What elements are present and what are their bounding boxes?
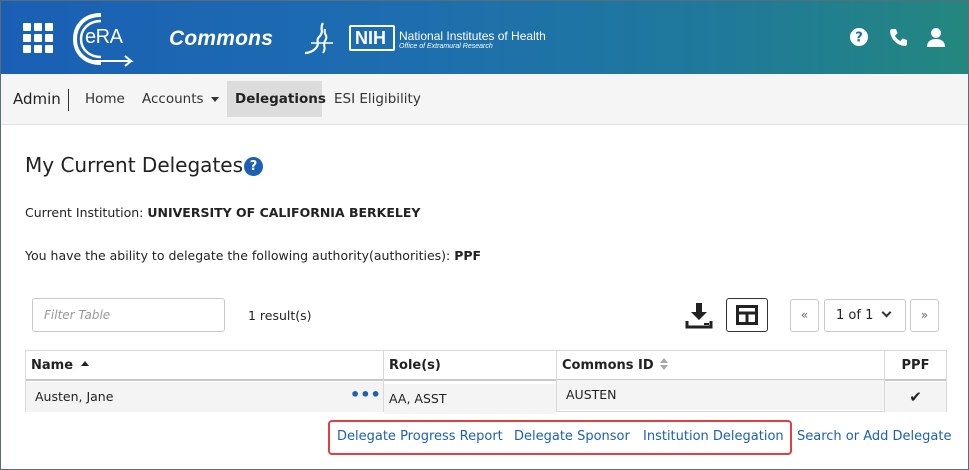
nav-accounts-label: Accounts (142, 91, 204, 107)
apps-grid-icon[interactable] (23, 23, 55, 55)
cell-name: Austen, Jane (26, 382, 383, 412)
column-header-name-label: Name (31, 358, 74, 373)
cell-roles: AA, ASST (384, 384, 556, 414)
sort-icon (659, 358, 668, 370)
last-page-button[interactable]: » (910, 299, 939, 332)
nih-name: National Institutes of Health (399, 29, 546, 43)
institution-label: Current Institution: (25, 205, 148, 220)
delegates-table: Name Role(s) Commons ID PPF Austen, Jane… (25, 350, 947, 414)
page-select[interactable]: 1 of 1 (824, 299, 906, 332)
app-window: eRA Commons NIH National Institutes of H… (0, 0, 969, 470)
era-logo-text: eRA (85, 26, 123, 48)
nav-esi-label: ESI Eligibility (334, 91, 421, 107)
top-header: eRA Commons NIH National Institutes of H… (1, 1, 968, 74)
page-title: My Current Delegates (25, 153, 244, 177)
column-divider (383, 351, 384, 412)
delegate-sponsor-link[interactable]: Delegate Sponsor (514, 429, 630, 444)
nav-esi-eligibility[interactable]: ESI Eligibility (326, 81, 429, 117)
nav-home-label: Home (85, 91, 125, 107)
chevron-down-icon (210, 96, 219, 102)
first-page-button[interactable]: « (790, 299, 819, 332)
nav-delegations[interactable]: Delegations (227, 81, 326, 117)
column-header-commons-id[interactable]: Commons ID (557, 351, 884, 381)
result-count: 1 result(s) (248, 308, 312, 323)
help-icon[interactable]: ? (244, 157, 263, 176)
chevron-down-icon (881, 307, 892, 318)
app-title: Commons (169, 27, 274, 50)
nav-divider (68, 89, 69, 111)
nav-bar: Admin Home Accounts Delegations ESI Elig… (1, 74, 968, 125)
help-icon[interactable]: ? (848, 26, 870, 48)
nav-section-title: Admin (13, 90, 61, 108)
page-select-value: 1 of 1 (836, 308, 874, 323)
column-divider (556, 351, 557, 412)
institution-delegation-link[interactable]: Institution Delegation (643, 429, 784, 444)
nih-office: Office of Extramural Research (399, 43, 493, 50)
column-header-roles: Role(s) (384, 351, 556, 381)
nih-logo: NIH (349, 25, 395, 51)
user-icon[interactable] (925, 26, 947, 48)
nav-accounts[interactable]: Accounts (134, 81, 227, 117)
checkmark-icon: ✔ (885, 382, 946, 412)
column-header-ppf: PPF (885, 351, 946, 381)
authority-label: You have the ability to delegate the fol… (25, 248, 455, 263)
table-columns-button[interactable] (726, 298, 768, 332)
column-header-name[interactable]: Name (26, 351, 383, 381)
svg-text:?: ? (855, 31, 863, 46)
filter-table-input[interactable] (32, 298, 225, 332)
current-institution: Current Institution: UNIVERSITY OF CALIF… (25, 205, 420, 220)
table-icon (736, 305, 758, 325)
institution-value: UNIVERSITY OF CALIFORNIA BERKELEY (147, 205, 421, 220)
column-header-commons-id-label: Commons ID (562, 358, 654, 373)
row-actions-menu[interactable]: ••• (350, 385, 381, 405)
nav-delegations-label: Delegations (235, 91, 326, 107)
search-or-add-delegate-link[interactable]: Search or Add Delegate (797, 429, 951, 444)
authority-value: PPF (454, 248, 482, 263)
hhs-eagle-icon (304, 22, 333, 55)
delegation-authority: You have the ability to delegate the fol… (25, 248, 481, 263)
phone-icon[interactable] (887, 26, 909, 48)
column-divider (884, 351, 885, 412)
cell-commons-id: AUSTEN (557, 380, 884, 410)
nav-home[interactable]: Home (77, 81, 133, 117)
sort-ascending-icon (81, 361, 90, 366)
download-icon[interactable] (685, 301, 713, 329)
delegate-progress-report-link[interactable]: Delegate Progress Report (337, 429, 503, 444)
